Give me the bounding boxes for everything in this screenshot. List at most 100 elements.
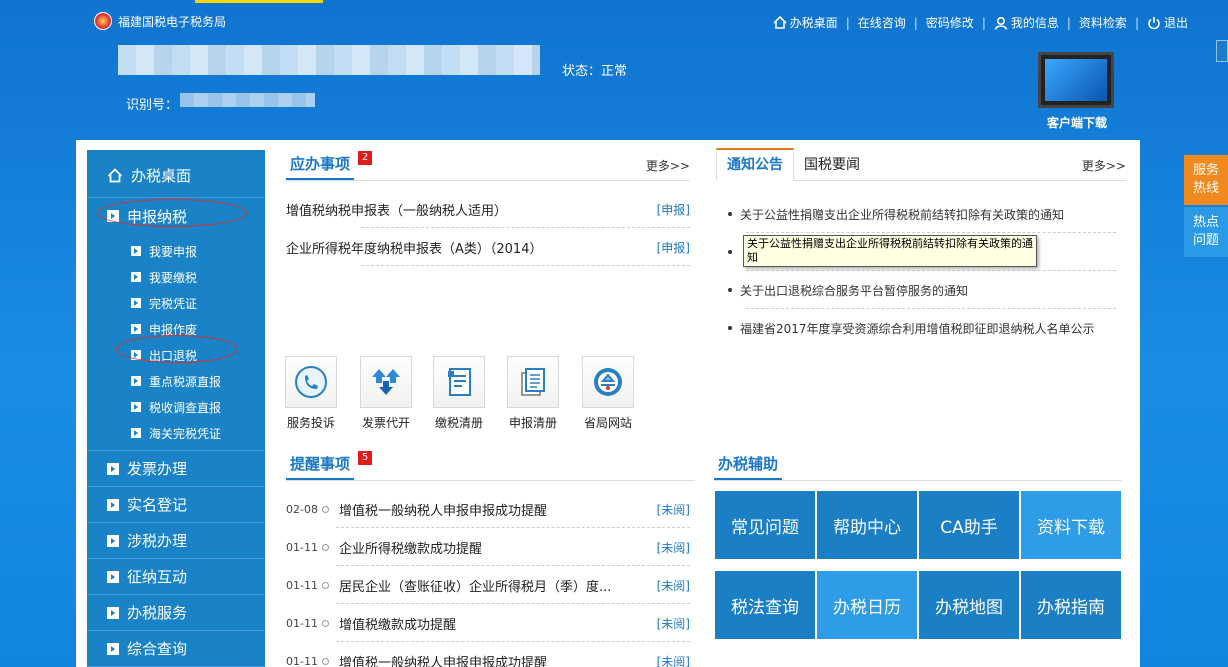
arrow-square-icon xyxy=(131,324,141,334)
arrow-square-icon xyxy=(131,298,141,308)
nav-search-link[interactable]: 资料检索 xyxy=(1079,14,1127,31)
nav-consult-link[interactable]: 在线咨询 xyxy=(858,14,906,31)
unread-action-link[interactable]: [未阅] xyxy=(657,539,690,556)
user-icon xyxy=(994,16,1008,30)
notices-more-link[interactable]: 更多>> xyxy=(1082,157,1126,180)
reminder-item[interactable]: 01-11 增值税缴款成功提醒 [未阅] xyxy=(286,604,690,642)
site-brand[interactable]: 福建国税电子税务局 xyxy=(94,12,226,30)
sidebar-item-declare[interactable]: 申报纳税 xyxy=(87,198,265,234)
quick-link-province-site[interactable]: 省局网站 xyxy=(578,356,638,431)
assist-section-header: 办税辅助 xyxy=(714,448,1122,481)
notice-item[interactable]: 福建省2017年度享受资源综合利用增值税即征即退纳税人名单公示 xyxy=(728,309,1116,347)
sidebar-item-realname[interactable]: 实名登记 xyxy=(87,487,265,523)
timeline-dot-icon xyxy=(322,543,329,551)
phone-service-icon xyxy=(285,356,337,408)
unread-action-link[interactable]: [未阅] xyxy=(657,615,690,632)
assist-title: 办税辅助 xyxy=(714,453,783,480)
edge-scroll-handle[interactable] xyxy=(1216,40,1228,62)
monitor-icon xyxy=(1038,52,1114,108)
notice-item[interactable]: 关于公益性捐赠支出企业所得税税前结转扣除有关政策的通知 xyxy=(728,195,1116,233)
tab-notices[interactable]: 通知公告 xyxy=(716,148,794,181)
hot-issues-button[interactable]: 热点问题 xyxy=(1184,207,1228,257)
unread-action-link[interactable]: [未阅] xyxy=(657,501,690,518)
power-icon xyxy=(1148,16,1160,29)
quick-link-complaint[interactable]: 服务投诉 xyxy=(281,356,341,431)
assist-tile-ca[interactable]: CA助手 xyxy=(919,491,1019,559)
sidebar-subitem[interactable]: 申报作废 xyxy=(87,316,265,342)
sidebar-item-desktop[interactable]: 办税桌面 xyxy=(87,150,265,198)
account-status: 状态：正常 xyxy=(562,64,628,79)
sidebar-subitem[interactable]: 我要申报 xyxy=(87,238,265,264)
tax-emblem-icon xyxy=(582,356,634,408)
top-accent-strip xyxy=(195,0,323,3)
sidebar-submenu: 我要申报 我要缴税 完税凭证 申报作废 出口退税 重点税源直报 税收调查直报 海… xyxy=(87,234,265,451)
tab-tax-news[interactable]: 国税要闻 xyxy=(794,147,870,180)
assist-tile-guide[interactable]: 办税指南 xyxy=(1021,571,1121,639)
sidebar-item-tax-affairs[interactable]: 涉税办理 xyxy=(87,523,265,559)
site-name: 福建国税电子税务局 xyxy=(118,14,227,29)
top-nav: 办税桌面 | 在线咨询 | 密码修改 | 我的信息 | 资料检索 | 退出 xyxy=(773,14,1188,31)
arrow-square-icon xyxy=(131,246,141,256)
timeline-dot-icon xyxy=(322,657,329,665)
reminder-title: 提醒事项 5 xyxy=(286,451,373,480)
sidebar-item-invoice[interactable]: 发票办理 xyxy=(87,451,265,487)
unread-action-link[interactable]: [未阅] xyxy=(657,577,690,594)
sidebar-subitem[interactable]: 重点税源直报 xyxy=(87,368,265,394)
hotline-button[interactable]: 服务热线 xyxy=(1184,155,1228,205)
client-download-label: 客户端下载 xyxy=(1046,116,1107,130)
invoice-arrows-icon xyxy=(360,356,412,408)
float-service-panel: 服务热线 热点问题 xyxy=(1184,155,1228,257)
sidebar-subitem[interactable]: 我要缴税 xyxy=(87,264,265,290)
arrow-square-icon xyxy=(107,498,119,511)
quick-link-declare-list[interactable]: 申报清册 xyxy=(503,356,563,431)
nav-desktop-link[interactable]: 办税桌面 xyxy=(773,14,838,31)
client-download[interactable]: 客户端下载 xyxy=(1038,52,1116,131)
nav-logout-link[interactable]: 退出 xyxy=(1147,14,1188,31)
home-icon xyxy=(773,16,787,29)
todo-count-badge: 2 xyxy=(358,151,373,165)
reminder-count-badge: 5 xyxy=(358,451,373,465)
quick-link-tax-list[interactable]: 缴税清册 xyxy=(429,356,489,431)
sidebar-subitem[interactable]: 完税凭证 xyxy=(87,290,265,316)
arrow-square-icon xyxy=(131,428,141,438)
todo-title: 应办事项 2 xyxy=(286,151,373,180)
quick-link-invoice[interactable]: 发票代开 xyxy=(356,356,416,431)
tax-emblem-icon xyxy=(94,12,112,30)
arrow-square-icon xyxy=(107,642,119,655)
timeline-dot-icon xyxy=(322,581,329,589)
redacted-taxpayer-name xyxy=(118,45,540,75)
arrow-square-icon xyxy=(107,534,119,547)
arrow-square-icon xyxy=(131,350,141,360)
unread-action-link[interactable]: [未阅] xyxy=(657,653,690,667)
assist-tile-download[interactable]: 资料下载 xyxy=(1021,491,1121,559)
assist-tile-help[interactable]: 帮助中心 xyxy=(817,491,917,559)
assist-tile-faq[interactable]: 常见问题 xyxy=(715,491,815,559)
todo-more-link[interactable]: 更多>> xyxy=(646,157,690,180)
notice-item[interactable]: 关于出口退税综合服务平台暂停服务的通知 xyxy=(728,271,1116,309)
sidebar-subitem-export-refund[interactable]: 出口退税 xyxy=(87,342,265,368)
sidebar-item-service[interactable]: 办税服务 xyxy=(87,595,265,631)
reminder-item[interactable]: 01-11 居民企业（查账征收）企业所得税月（季）度... [未阅] xyxy=(286,566,690,604)
nav-myinfo-link[interactable]: 我的信息 xyxy=(994,14,1059,31)
todo-item[interactable]: 企业所得税年度纳税申报表（A类）（2014） [申报] xyxy=(286,228,690,266)
arrow-square-icon xyxy=(131,402,141,412)
tax-list-icon xyxy=(433,356,485,408)
assist-grid: 常见问题 帮助中心 CA助手 资料下载 税法查询 办税日历 办税地图 办税指南 xyxy=(715,491,1121,639)
arrow-square-icon xyxy=(107,462,119,475)
declare-action-link[interactable]: [申报] xyxy=(657,201,690,218)
reminder-item[interactable]: 01-11 企业所得税缴款成功提醒 [未阅] xyxy=(286,528,690,566)
sidebar-item-interaction[interactable]: 征纳互动 xyxy=(87,559,265,595)
sidebar-subitem[interactable]: 税收调查直报 xyxy=(87,394,265,420)
reminder-item[interactable]: 02-08 增值税一般纳税人申报申报成功提醒 [未阅] xyxy=(286,490,690,528)
assist-tile-map[interactable]: 办税地图 xyxy=(919,571,1019,639)
sidebar-item-query[interactable]: 综合查询 xyxy=(87,631,265,667)
home-icon xyxy=(107,168,123,183)
declare-action-link[interactable]: [申报] xyxy=(657,239,690,256)
sidebar-subitem[interactable]: 海关完税凭证 xyxy=(87,420,265,446)
assist-tile-calendar[interactable]: 办税日历 xyxy=(817,571,917,639)
assist-tile-law[interactable]: 税法查询 xyxy=(715,571,815,639)
reminder-item[interactable]: 01-11 增值税一般纳税人申报申报成功提醒 [未阅] xyxy=(286,642,690,667)
redacted-id-number xyxy=(180,93,315,107)
todo-item[interactable]: 增值税纳税申报表（一般纳税人适用） [申报] xyxy=(286,190,690,228)
nav-password-link[interactable]: 密码修改 xyxy=(926,14,974,31)
